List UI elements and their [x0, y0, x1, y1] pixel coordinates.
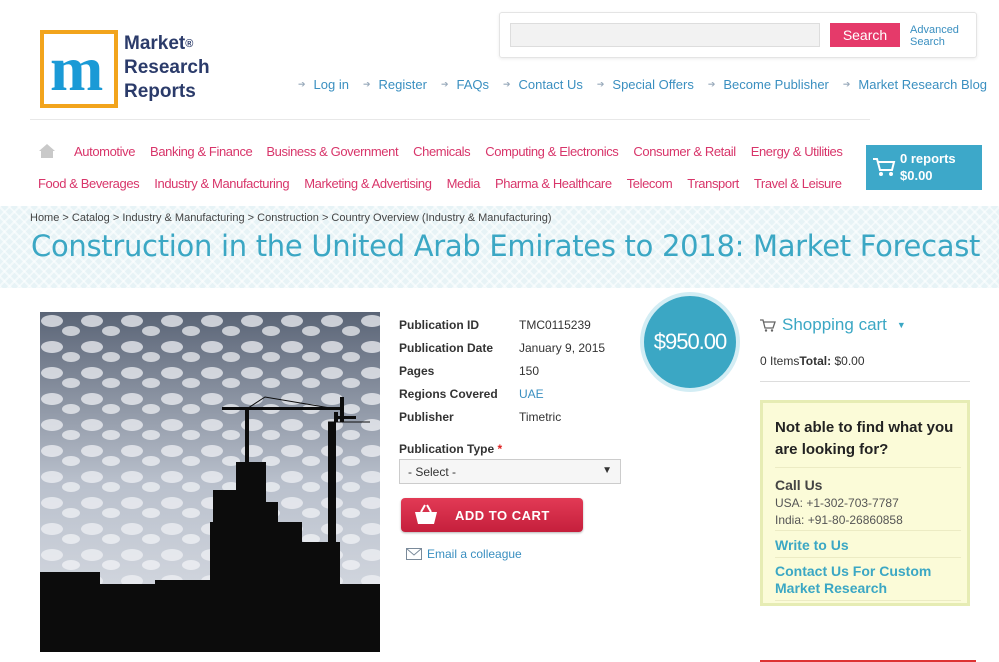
login-link[interactable]: ➔ Log in: [298, 76, 349, 92]
category-nav-row-1: Automotive Banking & Finance Business & …: [74, 144, 843, 159]
basket-icon: [415, 504, 437, 524]
top-links: ➔ Log in ➔ Register ➔ FAQs ➔ Contact Us ➔ Spe…: [298, 76, 999, 92]
publication-type-select[interactable]: - Select - ▼: [399, 459, 621, 484]
call-us-heading: Call Us: [775, 477, 823, 493]
shopping-cart-toggle[interactable]: Shopping cart ▼: [760, 315, 906, 335]
product-details: Publication ID TMC0115239 Publication Da…: [399, 313, 605, 428]
custom-research-link[interactable]: Contact Us For Custom Market Research: [775, 563, 965, 597]
detail-label: Pages: [399, 363, 435, 378]
detail-row: Publication Date January 9, 2015: [399, 336, 605, 359]
divider: [775, 600, 961, 601]
region-link[interactable]: UAE: [519, 387, 544, 401]
nav-media[interactable]: Media: [447, 176, 481, 191]
divider: [760, 381, 970, 382]
cart-summary-button[interactable]: 0 reports $0.00: [866, 145, 982, 190]
india-phone: India: +91-80-26860858: [775, 513, 903, 527]
detail-row: Publication ID TMC0115239: [399, 313, 605, 336]
become-publisher-link[interactable]: ➔ Become Publisher: [708, 76, 829, 92]
dropdown-caret-icon: ▼: [602, 465, 612, 476]
arrow-icon: ➔: [503, 78, 511, 89]
breadcrumb[interactable]: Home > Catalog > Industry & Manufacturin…: [30, 212, 552, 224]
divider: [775, 557, 961, 558]
search-input[interactable]: [510, 23, 820, 47]
publication-type-label: Publication Type *: [399, 442, 503, 456]
nav-telecom[interactable]: Telecom: [627, 176, 673, 191]
home-icon[interactable]: [38, 143, 56, 159]
site-logo[interactable]: m Market® Research Reports: [40, 30, 220, 110]
nav-chemicals[interactable]: Chemicals: [413, 144, 470, 159]
detail-value: January 9, 2015: [519, 340, 606, 355]
nav-consumer-retail[interactable]: Consumer & Retail: [633, 144, 736, 159]
register-link[interactable]: ➔ Register: [363, 76, 427, 92]
cart-count: 0 reports: [900, 151, 956, 166]
nav-business-government[interactable]: Business & Government: [266, 144, 398, 159]
detail-row: Regions Covered UAE: [399, 382, 605, 405]
search-button[interactable]: Search: [830, 23, 900, 47]
logo-text: Market® Research Reports: [124, 33, 210, 102]
detail-value: Timetric: [519, 409, 562, 424]
cart-icon: [873, 158, 896, 176]
envelope-icon: [406, 548, 422, 560]
cart-total: $0.00: [900, 168, 933, 183]
detail-label: Publication Date: [399, 340, 494, 355]
special-offers-link[interactable]: ➔ Special Offers: [597, 76, 694, 92]
nav-travel-leisure[interactable]: Travel & Leisure: [754, 176, 842, 191]
detail-row: Publisher Timetric: [399, 405, 605, 428]
nav-marketing-advertising[interactable]: Marketing & Advertising: [304, 176, 432, 191]
nav-transport[interactable]: Transport: [687, 176, 739, 191]
logo-mark: m: [40, 30, 118, 108]
search-panel: Search Advanced Search: [499, 12, 977, 58]
help-box: Not able to find what you are looking fo…: [760, 400, 970, 606]
help-question: Not able to find what you are looking fo…: [775, 419, 954, 458]
detail-label: Publication ID: [399, 317, 480, 332]
detail-value: 150: [519, 363, 540, 378]
nav-energy-utilities[interactable]: Energy & Utilities: [751, 144, 843, 159]
cart-icon: [760, 318, 776, 332]
usa-phone: USA: +1-302-703-7787: [775, 496, 899, 510]
page-title: Construction in the United Arab Emirates…: [31, 229, 981, 263]
divider: [775, 467, 961, 468]
arrow-icon: ➔: [440, 78, 449, 89]
advanced-search-link[interactable]: Advanced Search: [910, 24, 970, 48]
email-colleague-link[interactable]: Email a colleague: [406, 547, 522, 561]
nav-pharma-healthcare[interactable]: Pharma & Healthcare: [495, 176, 612, 191]
nav-computing-electronics[interactable]: Computing & Electronics: [485, 144, 619, 159]
nav-industry-manufacturing[interactable]: Industry & Manufacturing: [154, 176, 289, 191]
cart-items-summary: 0 ItemsTotal: $0.00: [760, 354, 865, 368]
arrow-icon: ➔: [596, 78, 605, 89]
product-image: [40, 312, 380, 652]
arrow-icon: ➔: [298, 78, 306, 89]
add-to-cart-button[interactable]: ADD TO CART: [401, 498, 583, 532]
divider: [775, 530, 961, 531]
arrow-icon: ➔: [842, 78, 851, 89]
nav-banking-finance[interactable]: Banking & Finance: [150, 144, 253, 159]
arrow-icon: ➔: [707, 78, 716, 89]
arrow-icon: ➔: [362, 78, 371, 89]
nav-food-beverages[interactable]: Food & Beverages: [38, 176, 140, 191]
detail-label: Publisher: [399, 409, 454, 424]
category-nav-row-2: Food & Beverages Industry & Manufacturin…: [38, 176, 842, 191]
faqs-link[interactable]: ➔ FAQs: [441, 76, 489, 92]
contact-us-link[interactable]: ➔ Contact Us: [503, 76, 583, 92]
detail-label: Regions Covered: [399, 386, 498, 401]
write-to-us-link[interactable]: Write to Us: [775, 537, 849, 554]
divider: [30, 119, 870, 120]
detail-value: TMC0115239: [519, 317, 591, 332]
chevron-down-icon: ▼: [896, 320, 906, 330]
blog-link[interactable]: ➔ Market Research Blog: [843, 76, 987, 92]
detail-row: Pages 150: [399, 359, 605, 382]
price-badge: $950.00: [640, 292, 740, 392]
nav-automotive[interactable]: Automotive: [74, 144, 135, 159]
